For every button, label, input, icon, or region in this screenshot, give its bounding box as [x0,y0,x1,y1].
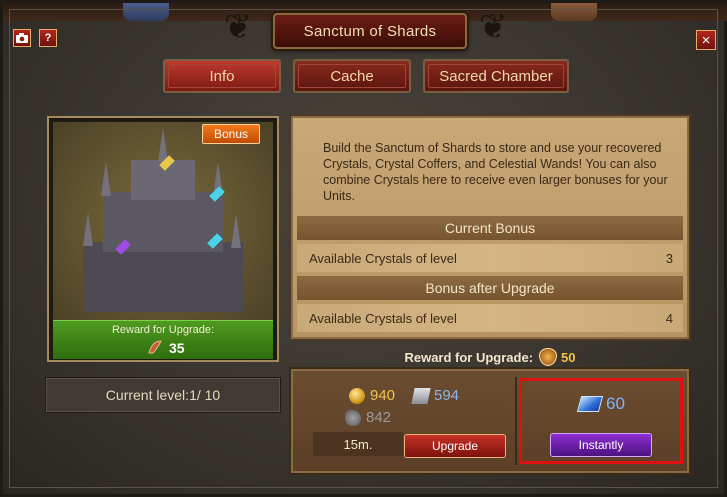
current-bonus-header: Current Bonus [297,216,683,240]
gem-cost-value: 60 [606,394,625,413]
window-title-plate: Sanctum of Shards [273,13,467,49]
current-level-box: Current level: 1/ 10 [45,377,281,413]
upgrade-reward-label: Reward for Upgrade: [404,349,534,365]
bonus-badge[interactable]: Bonus [202,124,260,144]
gem-cost: 60 [576,394,625,414]
current-level-value: 1/ 10 [189,387,221,403]
building-reward-value: 35 [169,340,185,356]
tab-cache-label: Cache [330,67,374,85]
after-upgrade-label: Available Crystals of level [309,310,457,326]
stone-icon [345,409,361,426]
upgrade-time: 15m. [313,432,403,456]
tab-sacred-chamber-label: Sacred Chamber [439,67,553,85]
gargoyle-left-icon: ❦ [223,8,253,46]
tab-cache[interactable]: Cache [293,59,411,93]
gargoyle-right-icon: ❦ [478,8,508,46]
help-button[interactable]: ? [39,29,57,47]
upgrade-window: ❦ ❦ Sanctum of Shards ? × Info Cache Sac… [0,0,727,497]
gem-icon [576,396,604,412]
gold-cost-value: 940 [370,387,396,404]
hero-portrait-left [123,3,169,21]
close-button[interactable]: × [696,30,716,50]
glory-horn-icon [148,340,162,354]
hero-portrait-right [551,3,597,21]
iron-cost: 594 [411,387,460,404]
gold-coin-icon [349,387,365,404]
upgrade-reward-value: 50 [561,349,576,365]
building-description: Build the Sanctum of Shards to store and… [323,141,668,203]
building-reward-label: Reward for Upgrade: [111,324,215,336]
window-title: Sanctum of Shards [303,22,437,40]
iron-ingot-icon [411,387,431,404]
current-bonus-value: 3 [665,250,673,266]
info-parchment: Build the Sanctum of Shards to store and… [291,116,689,339]
iron-cost-value: 594 [434,387,460,404]
after-upgrade-row: Available Crystals of level 4 [297,304,683,332]
cost-divider [515,377,517,465]
building-image [53,122,273,322]
honor-shield-icon [539,348,558,366]
upgrade-button[interactable]: Upgrade [404,434,506,458]
building-reward-box: Reward for Upgrade: 35 [53,320,273,359]
tab-sacred-chamber[interactable]: Sacred Chamber [423,59,569,93]
tab-info[interactable]: Info [163,59,281,93]
building-panel: Bonus Reward for Upgrade: 35 [47,116,279,362]
current-level-label: Current level: [105,387,190,403]
upgrade-reward-line: Reward for Upgrade: 50 [291,347,689,367]
after-upgrade-header: Bonus after Upgrade [297,276,683,300]
current-bonus-row: Available Crystals of level 3 [297,244,683,272]
tab-info-label: Info [209,67,235,85]
gold-cost: 940 [349,387,395,404]
screenshot-button[interactable] [13,29,31,47]
instantly-button[interactable]: Instantly [550,433,652,457]
current-bonus-label: Available Crystals of level [309,250,457,266]
after-upgrade-value: 4 [665,310,673,326]
camera-icon [16,33,28,43]
stone-cost-value: 842 [366,409,392,426]
stone-cost: 842 [345,409,391,426]
